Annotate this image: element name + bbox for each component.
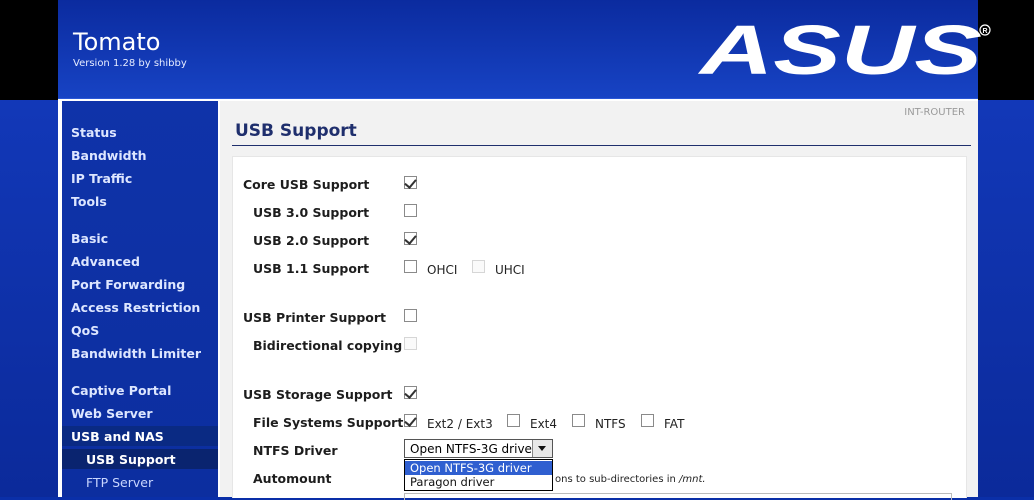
automount-note-text: ons to sub-directories in [555, 474, 679, 485]
sidebar-subitem-ftp-server[interactable]: FTP Server [86, 475, 153, 490]
app-title: Tomato [73, 28, 161, 56]
router-name: INT-ROUTER [904, 107, 965, 118]
page-title: USB Support [235, 121, 357, 141]
ntfs-driver-label: NTFS Driver [253, 443, 338, 458]
fs-label: File Systems Support [253, 415, 404, 430]
usb3-checkbox[interactable] [404, 204, 417, 217]
sidebar-item-web-server[interactable]: Web Server [71, 406, 153, 421]
ext4-label: Ext4 [530, 417, 558, 431]
sidebar-item-basic[interactable]: Basic [71, 231, 108, 246]
fat-label: FAT [664, 417, 685, 431]
automount-label: Automount [253, 471, 332, 486]
printer-label: USB Printer Support [243, 310, 387, 325]
usb3-label: USB 3.0 Support [253, 205, 370, 220]
automount-note-path: /mnt. [679, 474, 706, 485]
storage-label: USB Storage Support [243, 387, 393, 402]
usb1-label: USB 1.1 Support [253, 261, 370, 276]
sidebar-item-access-restriction[interactable]: Access Restriction [71, 300, 200, 315]
sidebar-item-bandwidth[interactable]: Bandwidth [71, 148, 146, 163]
header: Tomato Version 1.28 by shibby ASUS R [58, 0, 991, 100]
automount-note: ons to sub-directories in /mnt. [555, 474, 706, 485]
ntfs-label: NTFS [595, 417, 626, 431]
ext2-ext3-checkbox[interactable] [404, 414, 417, 427]
sidebar-item-port-forwarding[interactable]: Port Forwarding [71, 277, 185, 292]
usb2-label: USB 2.0 Support [253, 233, 370, 248]
dropdown-option-paragon[interactable]: Paragon driver [405, 475, 552, 489]
chevron-down-icon[interactable] [532, 440, 552, 457]
storage-checkbox[interactable] [404, 386, 417, 399]
asus-logo: ASUS R [697, 18, 991, 78]
core-usb-label: Core USB Support [243, 177, 370, 192]
printer-checkbox[interactable] [404, 309, 417, 322]
core-usb-checkbox[interactable] [404, 176, 417, 189]
title-divider [232, 145, 971, 146]
sidebar-item-ip-traffic[interactable]: IP Traffic [71, 171, 132, 186]
uhci-label: UHCI [495, 263, 525, 277]
uhci-checkbox[interactable] [472, 260, 485, 273]
ntfs-driver-select[interactable]: Open NTFS-3G driver [404, 439, 553, 458]
sidebar-subitem-usb-support[interactable]: USB Support [86, 452, 176, 467]
bidirectional-checkbox[interactable] [404, 337, 417, 350]
sidebar-item-advanced[interactable]: Advanced [71, 254, 140, 269]
svg-text:R: R [983, 28, 988, 35]
main-content: INT-ROUTER USB Support Core USB Support … [220, 101, 978, 500]
app-version: Version 1.28 by shibby [73, 58, 187, 69]
ohci-label: OHCI [427, 263, 458, 277]
sidebar: Status Bandwidth IP Traffic Tools Basic … [62, 101, 218, 497]
ntfs-checkbox[interactable] [572, 414, 585, 427]
ntfs-driver-dropdown: Open NTFS-3G driver Paragon driver [404, 459, 553, 491]
fat-checkbox[interactable] [641, 414, 654, 427]
usb2-checkbox[interactable] [404, 232, 417, 245]
sidebar-item-usb-and-nas[interactable]: USB and NAS [71, 429, 164, 444]
asus-logo-text: ASUS [697, 18, 982, 78]
dropdown-option-ntfs3g[interactable]: Open NTFS-3G driver [405, 461, 552, 475]
settings-panel: Core USB Support USB 3.0 Support USB 2.0… [232, 156, 967, 500]
sidebar-item-tools[interactable]: Tools [71, 194, 107, 209]
sidebar-item-captive-portal[interactable]: Captive Portal [71, 383, 171, 398]
ext2-ext3-label: Ext2 / Ext3 [427, 417, 493, 431]
bidirectional-label: Bidirectional copying [253, 338, 403, 353]
ext4-checkbox[interactable] [507, 414, 520, 427]
sidebar-item-bandwidth-limiter[interactable]: Bandwidth Limiter [71, 346, 201, 361]
sidebar-item-status[interactable]: Status [71, 125, 117, 140]
ntfs-driver-selected: Open NTFS-3G driver [410, 442, 537, 456]
ohci-checkbox[interactable] [404, 260, 417, 273]
sidebar-item-qos[interactable]: QoS [71, 323, 99, 338]
